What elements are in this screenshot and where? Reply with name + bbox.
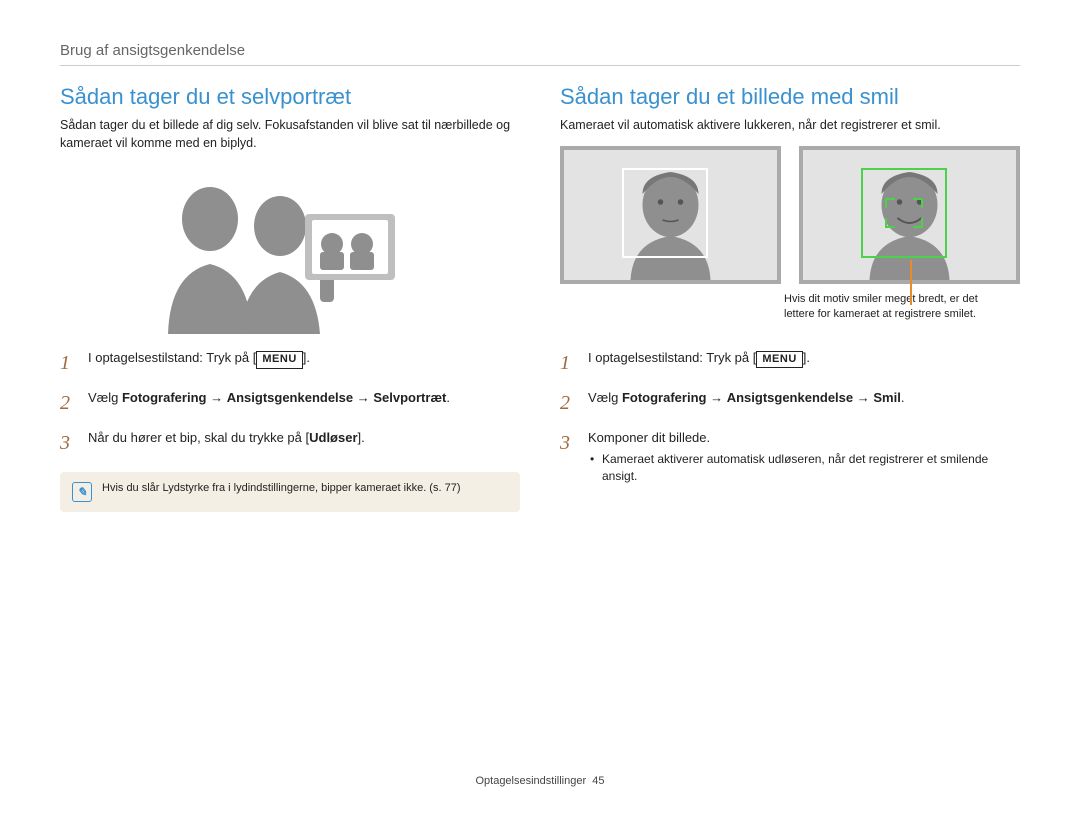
left-column: Sådan tager du et selvportræt Sådan tage…: [60, 84, 520, 512]
left-intro: Sådan tager du et billede af dig selv. F…: [60, 116, 520, 152]
step-text-bold: Fotografering: [122, 390, 207, 405]
step-item: 3 Komponer dit billede. Kameraet aktiver…: [560, 428, 1020, 485]
step-text-bold: Selvportræt: [373, 390, 446, 405]
step-number: 2: [560, 388, 578, 418]
step-number: 1: [60, 348, 78, 378]
manual-page: Brug af ansigtsgenkendelse Sådan tager d…: [0, 0, 1080, 815]
step-text: Komponer dit billede.: [588, 430, 710, 445]
note-box: ✎ Hvis du slår Lydstyrke fra i lydindsti…: [60, 472, 520, 512]
step-text-bold: Ansigtsgenkendelse: [727, 390, 853, 405]
step-item: 3 Når du hører et bip, skal du trykke på…: [60, 428, 520, 458]
step-text: Når du hører et bip, skal du trykke på [: [88, 430, 309, 445]
left-steps: 1 I optagelsestilstand: Tryk på [MENU]. …: [60, 348, 520, 458]
menu-button-label: MENU: [756, 351, 802, 368]
callout-pointer: [910, 260, 912, 305]
right-column: Sådan tager du et billede med smil Kamer…: [560, 84, 1020, 512]
step-text: .: [446, 390, 450, 405]
right-steps: 1 I optagelsestilstand: Tryk på [MENU]. …: [560, 348, 1020, 485]
face-detect-rect: [622, 168, 708, 258]
step-item: 2 Vælg Fotografering → Ansigtsgenkendels…: [560, 388, 1020, 418]
step-number: 3: [560, 428, 578, 458]
right-intro: Kameraet vil automatisk aktivere lukkere…: [560, 116, 1020, 134]
note-text: Hvis du slår Lydstyrke fra i lydindstill…: [102, 482, 460, 494]
smile-focus-brackets: [885, 198, 923, 228]
step-text-bold: Smil: [873, 390, 900, 405]
step-text-bold: Fotografering: [622, 390, 707, 405]
note-bold: Lydstyrke: [163, 482, 210, 494]
page-footer: Optagelsesindstillinger 45: [0, 775, 1080, 787]
step-text: Vælg: [88, 390, 122, 405]
arrow: →: [706, 390, 726, 405]
step-number: 2: [60, 388, 78, 418]
step-bullet-list: Kameraet aktiverer automatisk udløseren,…: [588, 451, 1020, 485]
menu-button-label: MENU: [256, 351, 302, 368]
smile-caption: Hvis dit motiv smiler meget bredt, er de…: [784, 292, 994, 322]
step-number: 1: [560, 348, 578, 378]
step-bullet: Kameraet aktiverer automatisk udløseren,…: [588, 451, 1020, 485]
note-icon: ✎: [72, 482, 92, 502]
step-item: 1 I optagelsestilstand: Tryk på [MENU].: [60, 348, 520, 378]
face-frame-smile: [799, 146, 1020, 284]
arrow: →: [853, 390, 873, 405]
arrow: →: [353, 390, 373, 405]
two-column-layout: Sådan tager du et selvportræt Sådan tage…: [60, 84, 1020, 512]
step-text: ].: [358, 430, 365, 445]
selfportrait-illustration: [140, 164, 440, 334]
step-text: I optagelsestilstand: Tryk på [: [88, 350, 256, 365]
footer-page-number: 45: [592, 775, 604, 787]
step-text: Vælg: [588, 390, 622, 405]
step-text-bold: Ansigtsgenkendelse: [227, 390, 353, 405]
step-text-bold: Udløser: [309, 430, 357, 445]
step-item: 1 I optagelsestilstand: Tryk på [MENU].: [560, 348, 1020, 378]
step-number: 3: [60, 428, 78, 458]
breadcrumb: Brug af ansigtsgenkendelse: [60, 42, 1020, 66]
arrow: →: [206, 390, 226, 405]
left-heading: Sådan tager du et selvportræt: [60, 84, 520, 110]
step-item: 2 Vælg Fotografering → Ansigtsgenkendels…: [60, 388, 520, 418]
face-detect-rect-active: [861, 168, 947, 258]
smile-illustration-row: [560, 146, 1020, 284]
right-heading: Sådan tager du et billede med smil: [560, 84, 1020, 110]
step-text: ].: [803, 350, 810, 365]
step-text: .: [901, 390, 905, 405]
footer-section: Optagelsesindstillinger: [475, 775, 586, 787]
face-frame-neutral: [560, 146, 781, 284]
step-text: I optagelsestilstand: Tryk på [: [588, 350, 756, 365]
step-text: ].: [303, 350, 310, 365]
